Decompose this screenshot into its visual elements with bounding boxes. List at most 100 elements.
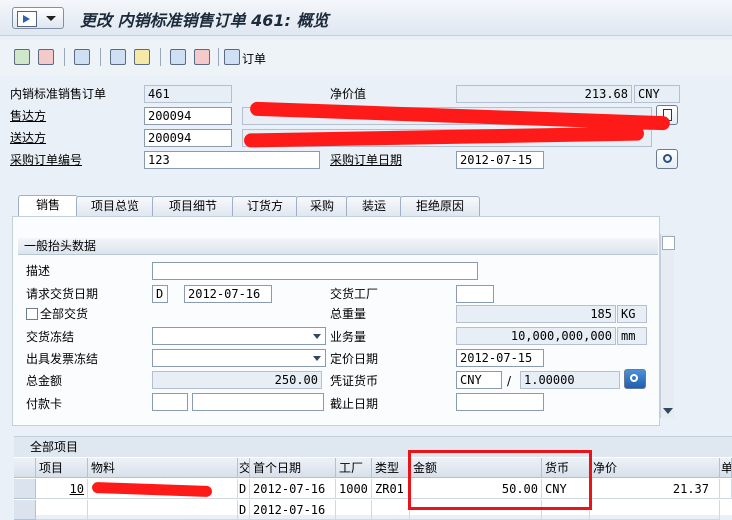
document-currency-field[interactable]: CNY bbox=[456, 371, 502, 389]
tab-item-overview[interactable]: 项目总览 bbox=[76, 196, 154, 217]
tab-rejection-reason[interactable]: 拒绝原因 bbox=[400, 196, 480, 217]
scroll-thumb[interactable] bbox=[662, 236, 675, 250]
item-overview-icon[interactable] bbox=[170, 49, 186, 65]
column-header[interactable]: 净价 bbox=[590, 458, 720, 478]
orders-icon[interactable] bbox=[224, 49, 240, 65]
refresh-rate-button[interactable] bbox=[624, 369, 646, 389]
check-icon[interactable] bbox=[38, 49, 54, 65]
total-amount-label: 总金额 bbox=[26, 374, 63, 388]
redaction-mark bbox=[249, 101, 671, 131]
order-type-label: 内销标准销售订单 bbox=[10, 87, 107, 101]
billing-block-label: 出具发票冻结 bbox=[26, 352, 99, 366]
items-table-title: 全部项目 bbox=[14, 437, 732, 457]
sold-to-field[interactable]: 200094 bbox=[144, 107, 232, 125]
table-cell-plant[interactable] bbox=[336, 500, 372, 520]
slash-separator: / bbox=[507, 374, 512, 388]
delivering-plant-label: 交货工厂 bbox=[330, 287, 379, 301]
tab-procurement[interactable]: 采购 bbox=[296, 196, 348, 217]
table-cell-first-date[interactable]: 2012-07-16 bbox=[250, 479, 336, 499]
column-header[interactable]: 类型 bbox=[372, 458, 410, 478]
table-cell-plant[interactable]: 1000 bbox=[336, 479, 372, 499]
delivering-plant-field[interactable] bbox=[456, 285, 494, 303]
tab-shipping[interactable]: 装运 bbox=[346, 196, 402, 217]
full-delivery-checkbox[interactable] bbox=[26, 308, 38, 320]
group-title: 一般抬头数据 bbox=[18, 238, 658, 255]
search-icon bbox=[663, 154, 672, 163]
sold-to-label[interactable]: 售达方 bbox=[10, 108, 46, 124]
tab-sales[interactable]: 销售 bbox=[18, 195, 78, 218]
order-number-field: 461 bbox=[144, 85, 232, 103]
full-delivery-label: 全部交货 bbox=[40, 307, 89, 321]
date-format-field[interactable]: D bbox=[152, 285, 168, 303]
expiry-date-label: 截止日期 bbox=[330, 397, 379, 411]
po-number-label: 采购订单编号 bbox=[10, 153, 83, 167]
column-header[interactable]: 交 bbox=[238, 458, 250, 478]
description-field[interactable] bbox=[152, 262, 478, 280]
column-header[interactable]: 工厂 bbox=[336, 458, 372, 478]
payment-card-number-field[interactable] bbox=[192, 393, 324, 411]
table-cell-material[interactable] bbox=[88, 500, 238, 520]
payment-card-type-field[interactable] bbox=[152, 393, 188, 411]
column-header[interactable]: 项目 bbox=[36, 458, 88, 478]
chevron-down-icon bbox=[46, 16, 56, 21]
exchange-rate-field: 1.00000 bbox=[520, 371, 620, 389]
tab-item-detail[interactable]: 项目细节 bbox=[152, 196, 234, 217]
volume-unit-field: mm bbox=[617, 327, 647, 345]
column-header[interactable]: 首个日期 bbox=[250, 458, 336, 478]
column-header[interactable]: 单 bbox=[720, 458, 732, 478]
payment-card-label: 付款卡 bbox=[26, 397, 63, 411]
table-cell-item[interactable] bbox=[36, 500, 88, 520]
requested-date-field[interactable]: 2012-07-16 bbox=[184, 285, 272, 303]
table-cell-type[interactable]: ZR01 bbox=[372, 479, 410, 499]
pricing-date-field[interactable]: 2012-07-15 bbox=[456, 349, 544, 367]
header-overview-icon[interactable] bbox=[110, 49, 126, 65]
volume-field: 10,000,000,000 bbox=[456, 327, 616, 345]
panel-scrollbar[interactable] bbox=[660, 234, 675, 418]
window-title: 更改 内销标准销售订单 461: 概览 bbox=[80, 11, 329, 30]
net-currency-field: CNY bbox=[634, 85, 680, 103]
weight-unit-field: KG bbox=[617, 305, 647, 323]
toolbar-separator bbox=[218, 48, 219, 66]
toolbar-separator bbox=[64, 48, 65, 66]
document-currency-label: 凭证货币 bbox=[330, 374, 379, 388]
table-cell-net-price[interactable] bbox=[590, 500, 720, 520]
row-selector[interactable] bbox=[14, 479, 36, 499]
chevron-down-icon[interactable] bbox=[663, 408, 673, 414]
annotation-highlight-box bbox=[408, 450, 592, 510]
table-cell-item[interactable]: 10 bbox=[36, 479, 88, 499]
table-cell-net-price[interactable]: 21.37 bbox=[590, 479, 720, 499]
row-selector[interactable] bbox=[14, 500, 36, 520]
table-cell-format[interactable]: D bbox=[238, 500, 250, 520]
item-detail-icon[interactable] bbox=[194, 49, 210, 65]
column-header[interactable]: 物料 bbox=[88, 458, 238, 478]
volume-label: 业务量 bbox=[330, 330, 367, 344]
net-value-label: 净价值 bbox=[330, 87, 367, 101]
net-value-field: 213.68 bbox=[456, 85, 632, 103]
pricing-date-label: 定价日期 bbox=[330, 352, 379, 366]
orders-button-label[interactable]: 订单 bbox=[242, 50, 266, 67]
refresh-icon bbox=[630, 374, 638, 382]
tab-ordering-party[interactable]: 订货方 bbox=[232, 196, 298, 217]
billing-block-select[interactable] bbox=[152, 349, 326, 367]
po-date-field[interactable]: 2012-07-15 bbox=[456, 151, 544, 169]
display-change-icon[interactable] bbox=[14, 49, 30, 65]
table-cell-type[interactable] bbox=[372, 500, 410, 520]
ship-to-field[interactable]: 200094 bbox=[144, 129, 232, 147]
expiry-date-field[interactable] bbox=[456, 393, 544, 411]
table-cell-unit[interactable] bbox=[720, 479, 732, 499]
document-flow-icon[interactable] bbox=[74, 49, 90, 65]
delivery-block-label: 交货冻结 bbox=[26, 330, 75, 344]
menu-icon bbox=[17, 11, 37, 27]
ship-to-label[interactable]: 送达方 bbox=[10, 130, 46, 146]
description-label: 描述 bbox=[26, 264, 51, 278]
toolbar-separator bbox=[160, 48, 161, 66]
po-number-field[interactable]: 123 bbox=[144, 151, 320, 169]
total-amount-field: 250.00 bbox=[152, 371, 322, 389]
row-selector-header[interactable] bbox=[14, 458, 36, 478]
partner-icon[interactable] bbox=[134, 49, 150, 65]
table-cell-first-date[interactable]: 2012-07-16 bbox=[250, 500, 336, 520]
po-detail-button[interactable] bbox=[656, 149, 678, 169]
delivery-block-select[interactable] bbox=[152, 327, 326, 345]
system-menu-button[interactable] bbox=[12, 7, 64, 29]
table-cell-format[interactable]: D bbox=[238, 479, 250, 499]
